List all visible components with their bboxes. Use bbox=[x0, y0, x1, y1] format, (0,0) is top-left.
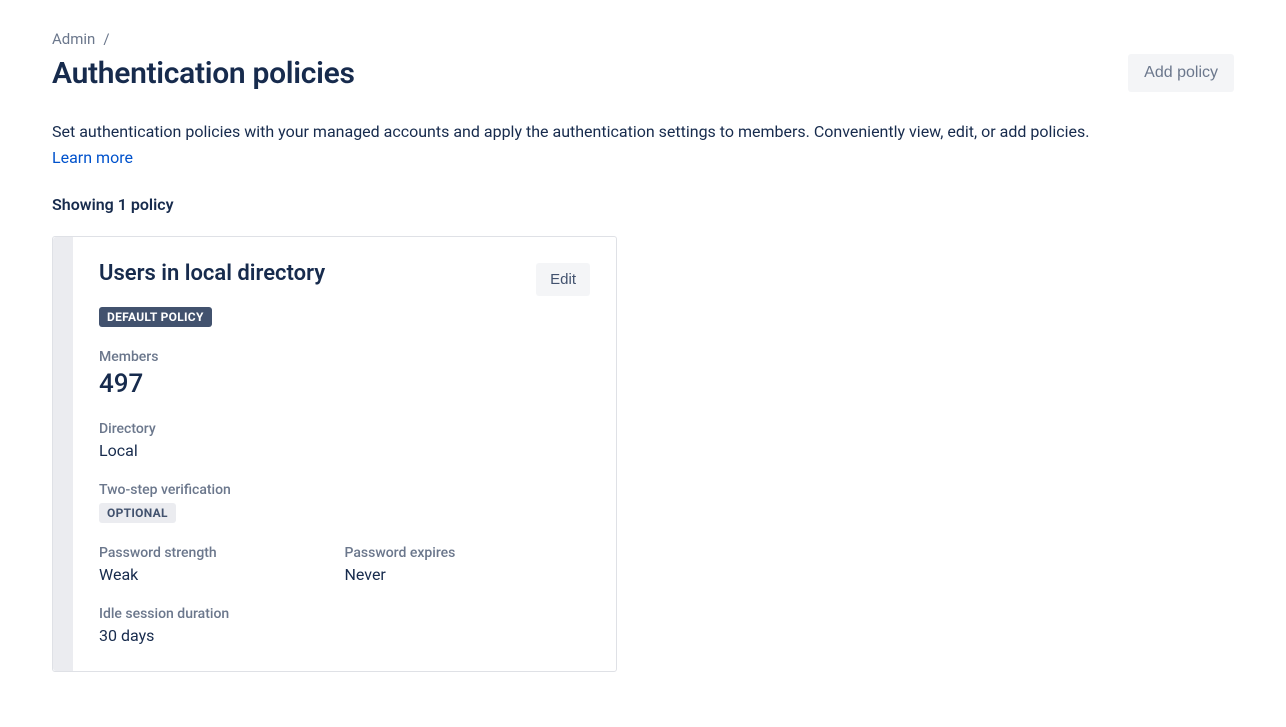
add-policy-button[interactable]: Add policy bbox=[1128, 54, 1234, 92]
page-title: Authentication policies bbox=[52, 56, 355, 91]
edit-policy-button[interactable]: Edit bbox=[536, 263, 590, 296]
breadcrumb-separator: / bbox=[103, 30, 109, 48]
members-label: Members bbox=[99, 349, 590, 365]
policy-card: Users in local directory Edit DEFAULT PO… bbox=[52, 236, 617, 672]
twostep-badge: OPTIONAL bbox=[99, 503, 176, 523]
breadcrumb-admin[interactable]: Admin bbox=[52, 30, 95, 48]
policy-title: Users in local directory bbox=[99, 261, 325, 286]
pwd-strength-value: Weak bbox=[99, 565, 345, 584]
idle-value: 30 days bbox=[99, 626, 590, 645]
learn-more-link[interactable]: Learn more bbox=[52, 148, 133, 167]
page-description: Set authentication policies with your ma… bbox=[52, 120, 1202, 144]
default-policy-badge: DEFAULT POLICY bbox=[99, 307, 212, 327]
idle-label: Idle session duration bbox=[99, 606, 590, 622]
twostep-label: Two-step verification bbox=[99, 482, 590, 498]
breadcrumb: Admin / bbox=[52, 30, 1234, 48]
policy-card-accent bbox=[53, 237, 73, 671]
pwd-strength-label: Password strength bbox=[99, 545, 345, 561]
pwd-expires-value: Never bbox=[345, 565, 591, 584]
showing-count: Showing 1 policy bbox=[52, 195, 1234, 214]
pwd-expires-label: Password expires bbox=[345, 545, 591, 561]
page-header: Authentication policies Add policy bbox=[52, 54, 1234, 92]
directory-label: Directory bbox=[99, 421, 590, 437]
directory-value: Local bbox=[99, 441, 590, 460]
members-count: 497 bbox=[99, 369, 590, 399]
